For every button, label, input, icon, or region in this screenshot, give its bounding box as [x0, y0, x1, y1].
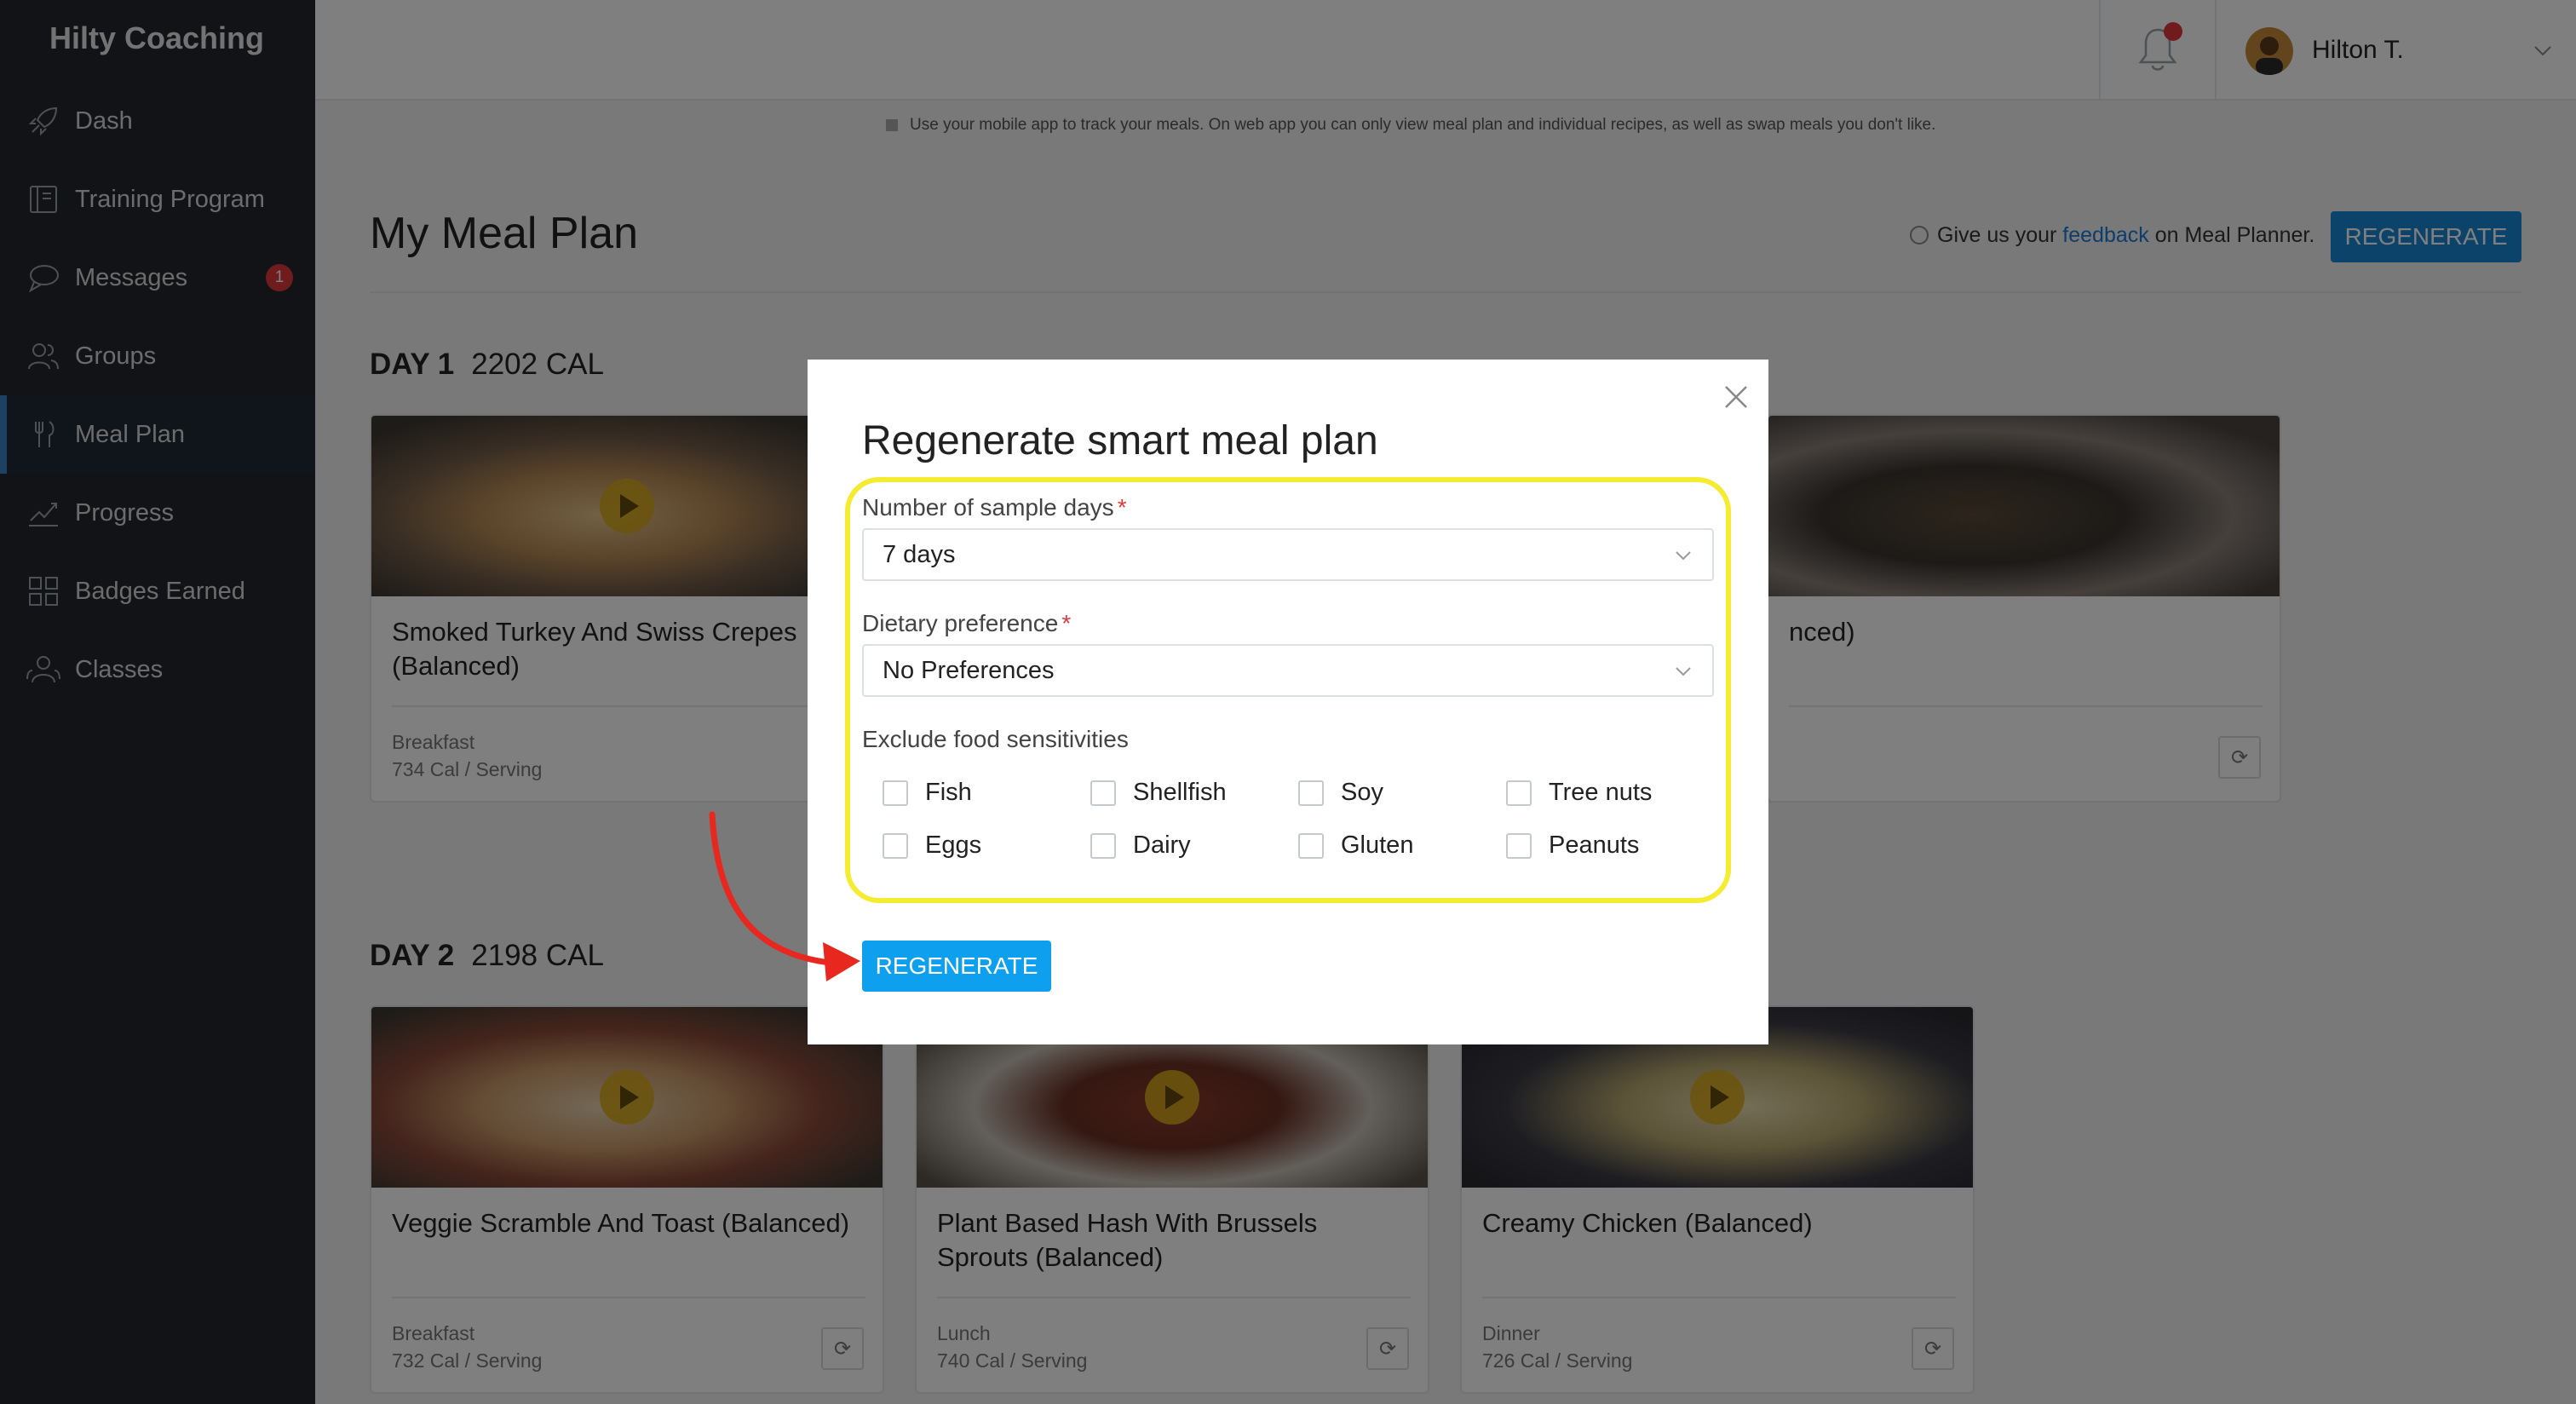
diet-label-text: Dietary preference	[862, 610, 1059, 636]
days-label-text: Number of sample days	[862, 494, 1114, 521]
days-field-label: Number of sample days *	[862, 494, 1127, 521]
diet-field-label: Dietary preference *	[862, 610, 1071, 637]
checkbox-gluten[interactable]: Gluten	[1298, 831, 1413, 860]
exclude-label: Exclude food sensitivities	[862, 726, 1129, 752]
required-mark: *	[1117, 494, 1127, 521]
checkbox[interactable]	[1506, 780, 1532, 806]
days-select[interactable]: 7 days	[862, 528, 1714, 581]
checkbox[interactable]	[1298, 780, 1324, 806]
checkbox-label: Gluten	[1341, 831, 1414, 859]
modal-title: Regenerate smart meal plan	[862, 418, 1378, 463]
days-select-value: 7 days	[883, 540, 956, 568]
required-mark: *	[1061, 610, 1072, 636]
checkbox-label: Eggs	[925, 831, 982, 859]
checkbox[interactable]	[1090, 780, 1116, 806]
checkbox[interactable]	[1506, 832, 1532, 859]
checkbox-label: Peanuts	[1549, 831, 1640, 859]
checkbox-shellfish[interactable]: Shellfish	[1090, 779, 1227, 807]
chevron-down-icon	[1676, 667, 1691, 676]
checkbox-peanuts[interactable]: Peanuts	[1506, 831, 1639, 860]
chevron-down-icon	[1676, 551, 1691, 561]
modal-regenerate-button[interactable]: REGENERATE	[862, 941, 1051, 992]
diet-select-value: No Preferences	[883, 656, 1055, 684]
checkbox-label: Fish	[925, 779, 972, 806]
checkbox-tree-nuts[interactable]: Tree nuts	[1506, 779, 1652, 807]
checkbox[interactable]	[883, 832, 908, 859]
checkbox[interactable]	[883, 780, 908, 806]
checkbox-label: Soy	[1341, 779, 1383, 806]
checkbox[interactable]	[1090, 832, 1116, 859]
checkbox-soy[interactable]: Soy	[1298, 779, 1383, 807]
checkbox-dairy[interactable]: Dairy	[1090, 831, 1191, 860]
checkbox-label: Shellfish	[1133, 779, 1227, 806]
diet-select[interactable]: No Preferences	[862, 644, 1714, 697]
checkbox[interactable]	[1298, 832, 1324, 859]
checkbox-label: Tree nuts	[1549, 779, 1653, 806]
regenerate-modal: Regenerate smart meal plan Number of sam…	[808, 360, 1768, 1044]
close-icon[interactable]	[1719, 380, 1753, 414]
checkbox-label: Dairy	[1133, 831, 1191, 859]
checkbox-fish[interactable]: Fish	[883, 779, 972, 807]
checkbox-eggs[interactable]: Eggs	[883, 831, 981, 860]
